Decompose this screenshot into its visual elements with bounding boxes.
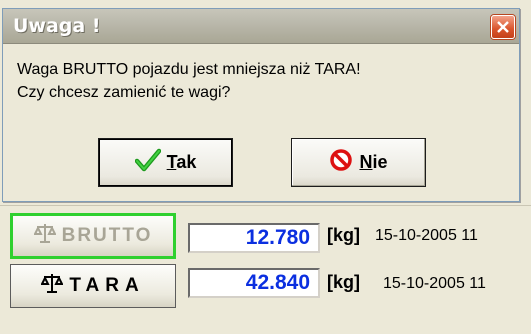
dialog-titlebar[interactable]: Uwaga !	[3, 9, 519, 44]
checkmark-icon	[134, 148, 161, 177]
brutto-label: BRUTTO	[61, 225, 153, 246]
yes-label: Tak	[166, 152, 197, 172]
close-button[interactable]	[491, 15, 515, 39]
divider	[0, 205, 531, 206]
dialog-title: Uwaga !	[13, 15, 101, 37]
scale-icon	[40, 272, 64, 300]
warning-dialog: Uwaga ! Waga BRUTTO pojazdu jest mniejsz…	[2, 8, 520, 202]
tara-button[interactable]: TARA	[10, 264, 176, 308]
brutto-unit: [kg]	[327, 225, 360, 245]
tara-unit: [kg]	[327, 272, 360, 292]
tara-datetime: 15-10-2005 11	[383, 275, 486, 292]
message-line-2: Czy chcesz zamienić te wagi?	[17, 84, 231, 101]
no-label: Nie	[359, 152, 388, 172]
brutto-datetime: 15-10-2005 11	[375, 227, 478, 244]
no-entry-icon	[329, 148, 353, 177]
tara-label: TARA	[69, 275, 145, 296]
scale-icon	[32, 222, 57, 250]
close-icon	[497, 21, 509, 33]
yes-button[interactable]: Tak	[98, 138, 233, 187]
message-line-1: Waga BRUTTO pojazdu jest mniejsza niż TA…	[17, 61, 361, 78]
brutto-value-field[interactable]: 12.780	[188, 223, 320, 253]
brutto-button[interactable]: BRUTTO	[10, 213, 176, 259]
no-button[interactable]: Nie	[291, 138, 426, 187]
tara-value-field[interactable]: 42.840	[188, 268, 320, 298]
